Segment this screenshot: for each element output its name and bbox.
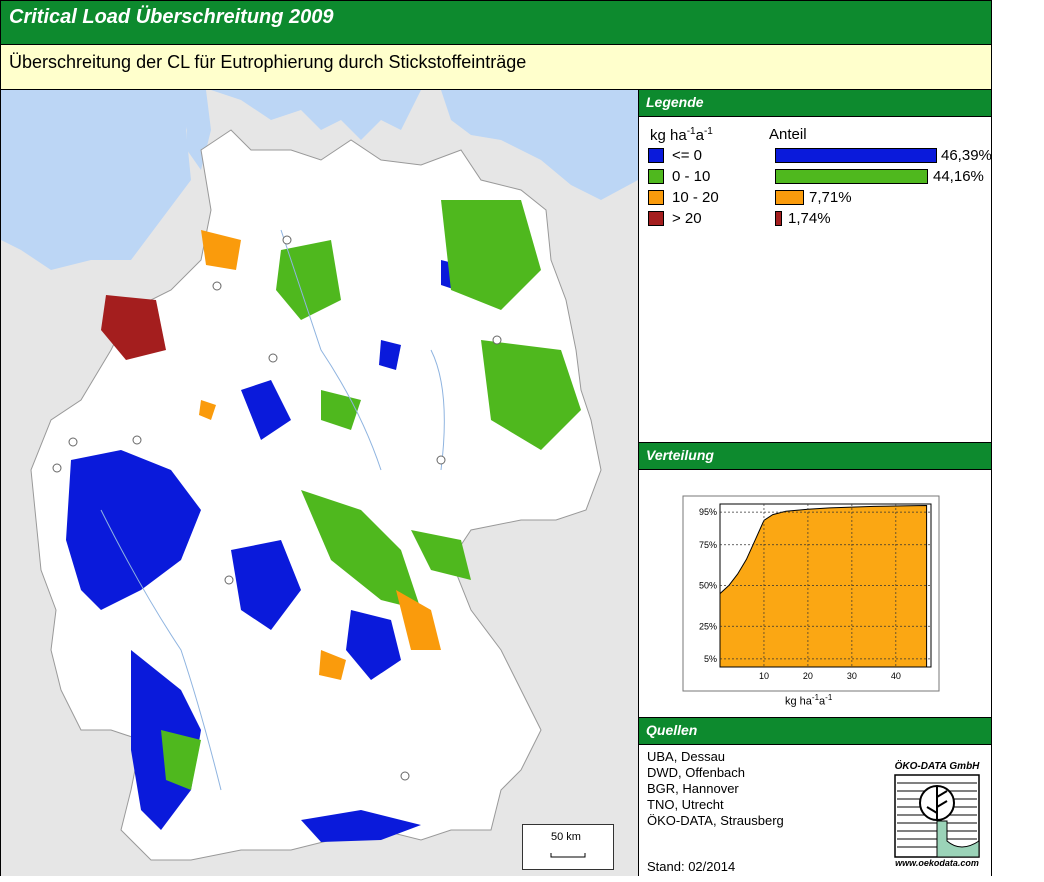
y-tick-label: 75% xyxy=(699,540,717,550)
x-tick-label: 30 xyxy=(847,671,857,681)
source-line: UBA, Dessau xyxy=(647,749,726,764)
sources-panel: Quellen UBA, Dessau DWD, Offenbach BGR, … xyxy=(639,717,991,876)
oekodata-logo: ÖKO-DATA GmbH www.oekodata.com xyxy=(891,761,983,871)
legend-share-bar xyxy=(775,169,928,184)
distribution-header: Verteilung xyxy=(639,442,991,470)
y-tick-label: 5% xyxy=(704,654,717,664)
legend-swatch xyxy=(648,211,664,226)
sources-header: Quellen xyxy=(639,717,991,745)
subtitle-bar: Überschreitung der CL für Eutrophierung … xyxy=(1,45,991,90)
y-tick-label: 95% xyxy=(699,507,717,517)
legend-share-bar xyxy=(775,211,782,226)
logo-url: www.oekodata.com xyxy=(895,858,979,868)
legend-swatch xyxy=(648,148,664,163)
distribution-xlabel: kg ha-1a-1 xyxy=(785,693,833,708)
page-title: Critical Load Überschreitung 2009 xyxy=(9,6,334,28)
legend-label: 10 - 20 xyxy=(672,189,719,206)
source-line: ÖKO-DATA, Strausberg xyxy=(647,813,784,828)
map-sheet: Critical Load Überschreitung 2009 Übersc… xyxy=(0,0,992,876)
x-tick-label: 10 xyxy=(759,671,769,681)
legend-share-value: 44,16% xyxy=(933,168,984,185)
legend-label: > 20 xyxy=(672,210,702,227)
y-tick-label: 50% xyxy=(699,581,717,591)
legend-swatch xyxy=(648,190,664,205)
logo-graphic-icon xyxy=(894,774,980,858)
x-tick-label: 40 xyxy=(891,671,901,681)
distribution-panel: Verteilung 10 20 30 40 5% 25% 50% 75% 95% kg ha-… xyxy=(639,442,991,717)
scale-line xyxy=(550,853,586,858)
map-canvas xyxy=(1,90,638,861)
legend-share-header: Anteil xyxy=(769,126,807,143)
legend-heading: Legende xyxy=(646,94,704,110)
stand-date: Stand: 02/2014 xyxy=(647,859,736,874)
scale-bar: 50 km xyxy=(522,824,614,870)
title-bar: Critical Load Überschreitung 2009 xyxy=(1,1,991,45)
distribution-heading: Verteilung xyxy=(646,447,714,463)
legend-share-bar xyxy=(775,190,804,205)
legend-share-value: 46,39% xyxy=(941,147,992,164)
source-line: BGR, Hannover xyxy=(647,781,739,796)
x-tick-label: 20 xyxy=(803,671,813,681)
legend-label: 0 - 10 xyxy=(672,168,711,185)
legend-label: <= 0 xyxy=(672,147,703,164)
distribution-chart: 10 20 30 40 5% 25% 50% 75% 95% xyxy=(682,495,940,692)
y-tick-label: 25% xyxy=(699,621,717,631)
germany-map[interactable]: 50 km xyxy=(1,90,639,876)
legend-share-bar xyxy=(775,148,937,163)
page-subtitle: Überschreitung der CL für Eutrophierung … xyxy=(9,52,527,72)
legend-share-value: 7,71% xyxy=(809,189,852,206)
legend-unit: kg ha-1a-1 xyxy=(650,126,713,144)
legend-panel: Legende kg ha-1a-1 Anteil <= 0 46,39% 0 … xyxy=(639,89,992,441)
sources-heading: Quellen xyxy=(646,722,698,738)
source-line: DWD, Offenbach xyxy=(647,765,746,780)
source-line: TNO, Utrecht xyxy=(647,797,724,812)
legend-header: Legende xyxy=(639,89,991,117)
legend-swatch xyxy=(648,169,664,184)
legend-share-value: 1,74% xyxy=(788,210,831,227)
